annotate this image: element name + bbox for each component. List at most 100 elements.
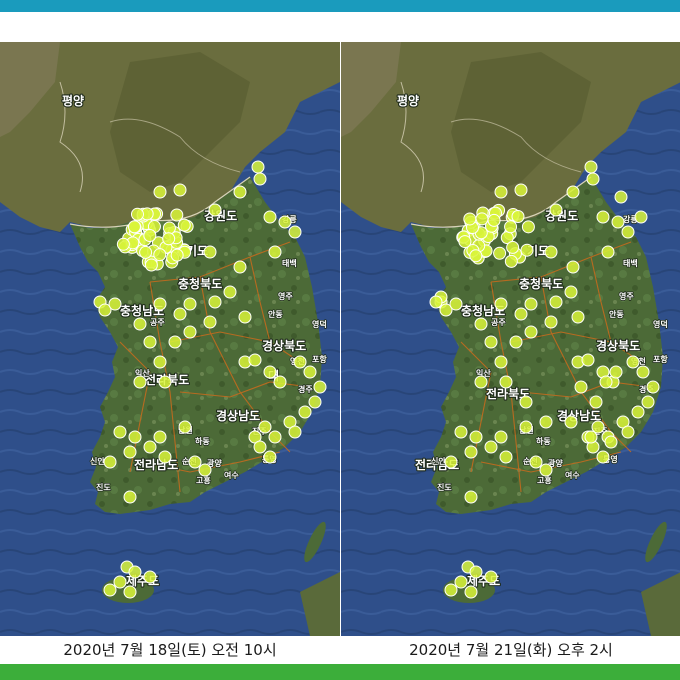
station-dot[interactable] [641,395,655,409]
station-dot[interactable] [153,355,167,369]
station-dot[interactable] [139,245,153,259]
station-dot[interactable] [511,210,525,224]
station-dot[interactable] [544,315,558,329]
station-dot[interactable] [509,335,523,349]
station-dot[interactable] [233,260,247,274]
station-dot[interactable] [128,565,142,579]
station-dot[interactable] [506,240,520,254]
station-dot[interactable] [611,215,625,229]
station-dot[interactable] [143,440,157,454]
station-dot[interactable] [549,295,563,309]
station-dot[interactable] [586,172,600,186]
station-dot[interactable] [153,185,167,199]
station-dot[interactable] [308,395,322,409]
station-dot[interactable] [584,430,598,444]
station-dot[interactable] [444,455,458,469]
station-dot[interactable] [549,203,563,217]
station-dot[interactable] [162,221,176,235]
station-dot[interactable] [524,325,538,339]
station-dot[interactable] [130,207,144,221]
station-dot[interactable] [584,160,598,174]
station-dot[interactable] [158,375,172,389]
station-dot[interactable] [626,355,640,369]
station-dot[interactable] [599,375,613,389]
station-dot[interactable] [268,245,282,259]
station-dot[interactable] [519,420,533,434]
station-dot[interactable] [170,248,184,262]
station-dot[interactable] [484,440,498,454]
station-dot[interactable] [596,450,610,464]
station-dot[interactable] [429,295,443,309]
station-dot[interactable] [143,335,157,349]
station-dot[interactable] [268,430,282,444]
station-dot[interactable] [263,365,277,379]
station-dot[interactable] [278,215,292,229]
station-dot[interactable] [566,185,580,199]
station-dot[interactable] [474,375,488,389]
station-dot[interactable] [494,430,508,444]
station-dot[interactable] [203,245,217,259]
station-dot[interactable] [293,355,307,369]
station-dot[interactable] [474,317,488,331]
station-dot[interactable] [621,225,635,239]
station-dot[interactable] [313,380,327,394]
station-dot[interactable] [288,425,302,439]
station-dot[interactable] [596,210,610,224]
station-dot[interactable] [177,218,191,232]
station-dot[interactable] [504,220,518,234]
map-panel-right[interactable]: 평양 강원도 기도 충청북도 충청남도 경상북도 전라북도 경상남도 전라남도 … [341,42,680,636]
station-dot[interactable] [203,315,217,329]
station-dot[interactable] [153,248,167,262]
station-dot[interactable] [273,375,287,389]
station-dot[interactable] [253,172,267,186]
station-dot[interactable] [116,237,130,251]
station-dot[interactable] [108,297,122,311]
station-dot[interactable] [581,353,595,367]
station-dot[interactable] [636,365,650,379]
station-dot[interactable] [143,228,157,242]
station-dot[interactable] [158,450,172,464]
station-dot[interactable] [494,185,508,199]
station-dot[interactable] [493,246,507,260]
station-dot[interactable] [208,203,222,217]
station-dot[interactable] [444,583,458,597]
station-dot[interactable] [198,463,212,477]
station-dot[interactable] [153,297,167,311]
station-dot[interactable] [484,335,498,349]
station-dot[interactable] [123,445,137,459]
station-dot[interactable] [609,365,623,379]
station-dot[interactable] [113,425,127,439]
station-dot[interactable] [601,245,615,259]
station-dot[interactable] [621,425,635,439]
station-dot[interactable] [298,405,312,419]
station-dot[interactable] [564,285,578,299]
station-dot[interactable] [173,183,187,197]
station-dot[interactable] [449,297,463,311]
station-dot[interactable] [494,297,508,311]
station-dot[interactable] [514,307,528,321]
station-dot[interactable] [499,375,513,389]
station-dot[interactable] [519,395,533,409]
station-dot[interactable] [233,185,247,199]
station-dot[interactable] [128,430,142,444]
station-dot[interactable] [463,212,477,226]
station-dot[interactable] [571,310,585,324]
station-dot[interactable] [144,258,158,272]
station-dot[interactable] [520,243,534,257]
station-dot[interactable] [504,254,518,268]
station-dot[interactable] [487,213,501,227]
station-dot[interactable] [494,355,508,369]
station-dot[interactable] [303,365,317,379]
map-panel-left[interactable]: 평양 강원도 기도 충청북도 충청남도 경상북도 대 전라북도 경상남도 전라남… [0,42,340,636]
station-dot[interactable] [589,395,603,409]
station-dot[interactable] [544,245,558,259]
station-dot[interactable] [253,440,267,454]
station-dot[interactable] [539,463,553,477]
station-dot[interactable] [464,445,478,459]
station-dot[interactable] [499,450,513,464]
station-dot[interactable] [539,415,553,429]
station-dot[interactable] [170,208,184,222]
station-dot[interactable] [454,575,468,589]
station-dot[interactable] [514,183,528,197]
station-dot[interactable] [469,565,483,579]
